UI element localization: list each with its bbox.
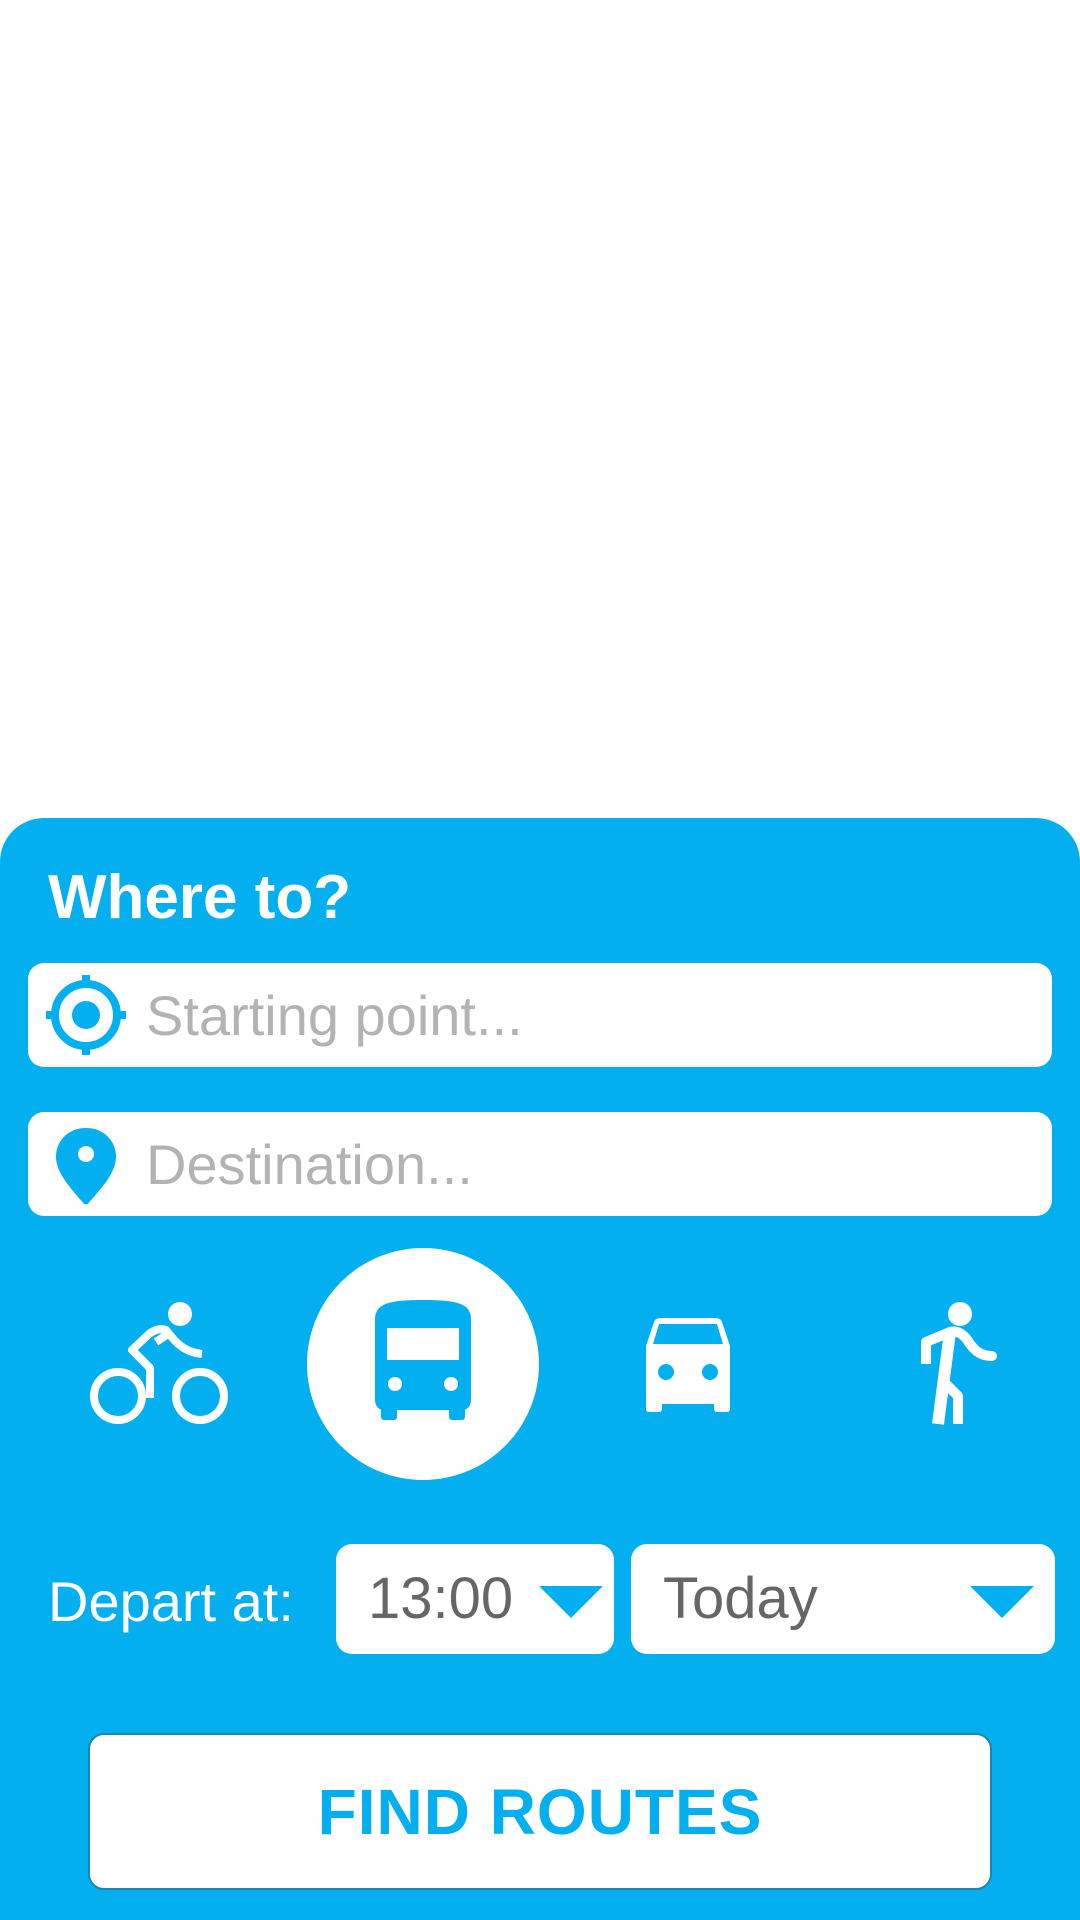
destination-field[interactable] [28,1112,1052,1216]
mode-bus-button[interactable] [307,1248,539,1480]
destination-input[interactable] [146,1112,1026,1216]
panel-title: Where to? [48,863,352,932]
walking-icon [921,1302,997,1425]
mode-walk-button[interactable] [838,1248,1070,1480]
gps-target-icon [46,975,126,1055]
map-area [0,0,1080,818]
depart-day-value: Today [663,1566,818,1631]
mode-car-button[interactable] [572,1248,804,1480]
starting-point-input[interactable] [146,963,1026,1067]
map-pin-icon [56,1128,116,1204]
bicycle-icon [90,1302,228,1424]
car-icon [646,1318,730,1412]
depart-at-label: Depart at: [48,1570,294,1633]
depart-time-dropdown[interactable]: 13:00 [336,1544,614,1654]
depart-time-value: 13:00 [368,1566,514,1631]
caret-down-icon [539,1586,603,1618]
bus-icon [375,1300,471,1420]
depart-day-dropdown[interactable]: Today [631,1544,1055,1654]
mode-bike-button[interactable] [44,1248,276,1480]
caret-down-icon [970,1586,1034,1618]
find-routes-button[interactable]: FIND ROUTES [88,1733,992,1890]
starting-point-field[interactable] [28,963,1052,1067]
